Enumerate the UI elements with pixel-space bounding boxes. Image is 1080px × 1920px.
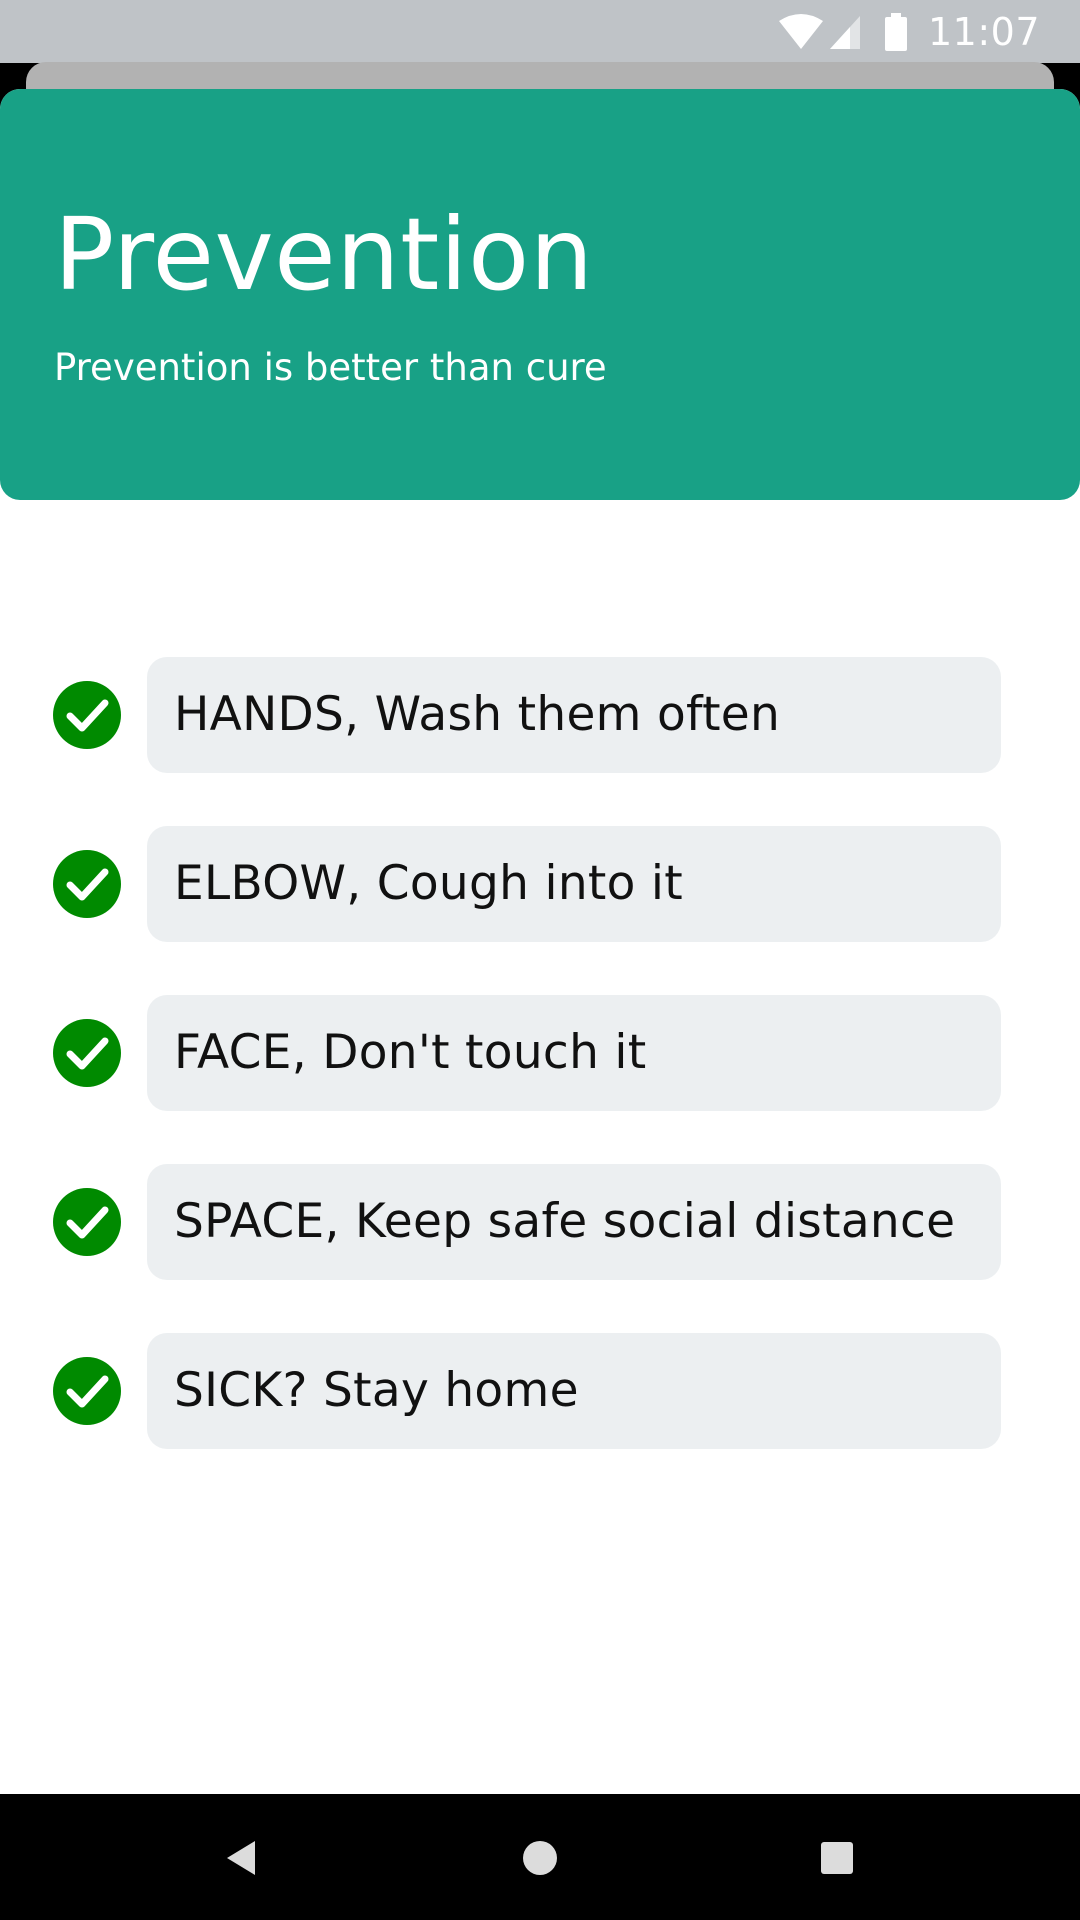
check-circle-icon — [53, 1357, 121, 1425]
home-icon[interactable] — [510, 1828, 570, 1888]
check-circle-icon — [53, 850, 121, 918]
check-circle-icon — [53, 681, 121, 749]
status-icons: 11:07 — [778, 0, 1040, 63]
tip-item-sick[interactable]: SICK? Stay home — [0, 1333, 1080, 1449]
tip-item-hands[interactable]: HANDS, Wash them often — [0, 657, 1080, 773]
tip-item-face[interactable]: FACE, Don't touch it — [0, 995, 1080, 1111]
tip-text: SICK? Stay home — [174, 1363, 579, 1418]
tip-text: HANDS, Wash them often — [174, 687, 781, 742]
page-title: Prevention — [54, 196, 594, 313]
screen: 11:07 Prevention Prevention is better th… — [0, 0, 1080, 1920]
check-circle-icon — [53, 1019, 121, 1087]
tip-box: ELBOW, Cough into it — [147, 826, 1001, 942]
recents-icon[interactable] — [807, 1828, 867, 1888]
tip-text: ELBOW, Cough into it — [174, 856, 684, 911]
tip-box: HANDS, Wash them often — [147, 657, 1001, 773]
signal-icon — [829, 15, 860, 49]
status-bar: 11:07 — [0, 0, 1080, 63]
tip-item-space[interactable]: SPACE, Keep safe social distance — [0, 1164, 1080, 1280]
navigation-bar — [0, 1794, 1080, 1920]
wifi-icon — [778, 13, 823, 49]
check-circle-icon — [53, 1188, 121, 1256]
back-icon[interactable] — [210, 1828, 270, 1888]
battery-icon — [884, 12, 907, 51]
tip-box: SPACE, Keep safe social distance — [147, 1164, 1001, 1280]
status-time: 11:07 — [927, 9, 1040, 54]
tip-item-elbow[interactable]: ELBOW, Cough into it — [0, 826, 1080, 942]
page-subtitle: Prevention is better than cure — [54, 346, 607, 389]
tip-box: SICK? Stay home — [147, 1333, 1001, 1449]
tip-box: FACE, Don't touch it — [147, 995, 1001, 1111]
tip-text: SPACE, Keep safe social distance — [174, 1194, 956, 1249]
tip-text: FACE, Don't touch it — [174, 1025, 647, 1080]
